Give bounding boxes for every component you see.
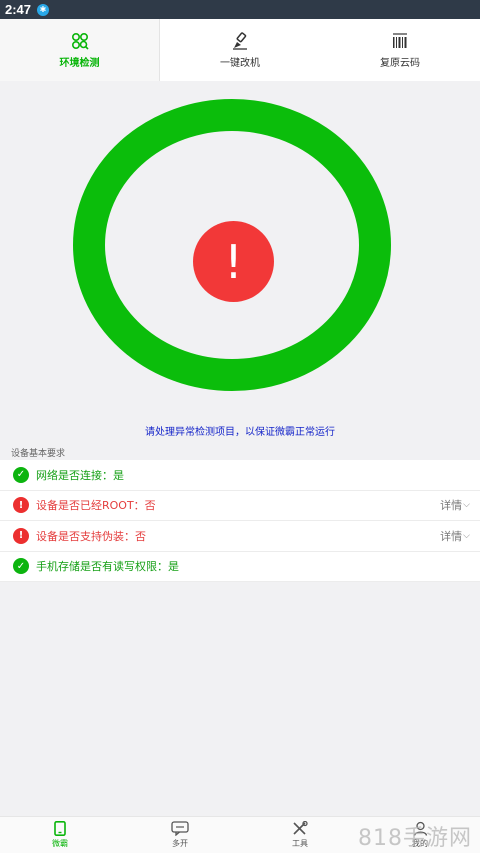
tab-label: 一键改机 xyxy=(220,57,260,69)
check-text: 网络是否连接：是 xyxy=(36,468,124,482)
tools-icon xyxy=(293,821,308,835)
tab-label: 环境检测 xyxy=(59,57,100,69)
list-item: ✓ 手机存储是否有读写权限：是 xyxy=(0,552,480,582)
check-list: ✓ 网络是否连接：是 ! 设备是否已经ROOT：否 详情 ⌵ ! 设备是否支持伪… xyxy=(0,460,480,582)
phone-icon xyxy=(54,821,66,836)
chevron-down-icon: ⌵ xyxy=(463,530,470,541)
list-item: ! 设备是否已经ROOT：否 详情 ⌵ xyxy=(0,491,480,521)
alert-icon: ! xyxy=(193,221,274,302)
status-time: 2:47 xyxy=(5,2,32,17)
watermark-text: 818手游网 xyxy=(358,826,472,851)
nav-item-multi-open[interactable]: 多开 xyxy=(120,817,240,853)
notice-text: 请处理异常检测项目，以保证微霸正常运行 xyxy=(145,427,335,438)
detail-button[interactable]: 详情 ⌵ xyxy=(440,521,470,551)
detail-button[interactable]: 详情 ⌵ xyxy=(440,491,470,521)
check-text: 设备是否已经ROOT：否 xyxy=(36,499,156,513)
tab-one-click-modify[interactable]: 一键改机 xyxy=(160,19,320,81)
detail-label: 详情 xyxy=(440,499,463,513)
nav-item-tools[interactable]: 工具 xyxy=(240,817,360,853)
nav-label: 多开 xyxy=(172,839,188,848)
bluetooth-icon: ✱ xyxy=(37,3,50,16)
nav-item-weiba[interactable]: 微霸 xyxy=(0,817,120,853)
check-text: 设备是否支持伪装：否 xyxy=(36,529,146,543)
check-icon: ✓ xyxy=(13,466,29,483)
status-bar: 2:47 ✱ xyxy=(0,0,480,19)
chevron-down-icon: ⌵ xyxy=(463,500,470,511)
nav-label: 工具 xyxy=(292,839,308,848)
tab-environment-check[interactable]: 环境检测 xyxy=(0,19,160,81)
top-tab-bar: 环境检测 一键改机 复原云码 xyxy=(0,19,480,81)
section-title: 设备基本要求 xyxy=(11,449,66,459)
warning-icon: ! xyxy=(13,527,29,544)
detail-label: 详情 xyxy=(440,529,463,543)
warning-icon: ! xyxy=(13,497,29,514)
check-icon: ✓ xyxy=(13,558,29,575)
status-ring-area: ! 请处理异常检测项目，以保证微霸正常运行 xyxy=(0,81,480,441)
tab-restore-cloud-code[interactable]: 复原云码 xyxy=(320,19,480,81)
check-text: 手机存储是否有读写权限：是 xyxy=(36,560,179,574)
tab-label: 复原云码 xyxy=(380,57,420,69)
detect-icon xyxy=(71,32,89,50)
chat-icon xyxy=(171,821,189,836)
list-item: ✓ 网络是否连接：是 xyxy=(0,460,480,491)
barcode-icon xyxy=(393,32,407,48)
nav-label: 微霸 xyxy=(52,839,68,848)
list-item: ! 设备是否支持伪装：否 详情 ⌵ xyxy=(0,521,480,552)
brush-icon xyxy=(233,31,247,50)
